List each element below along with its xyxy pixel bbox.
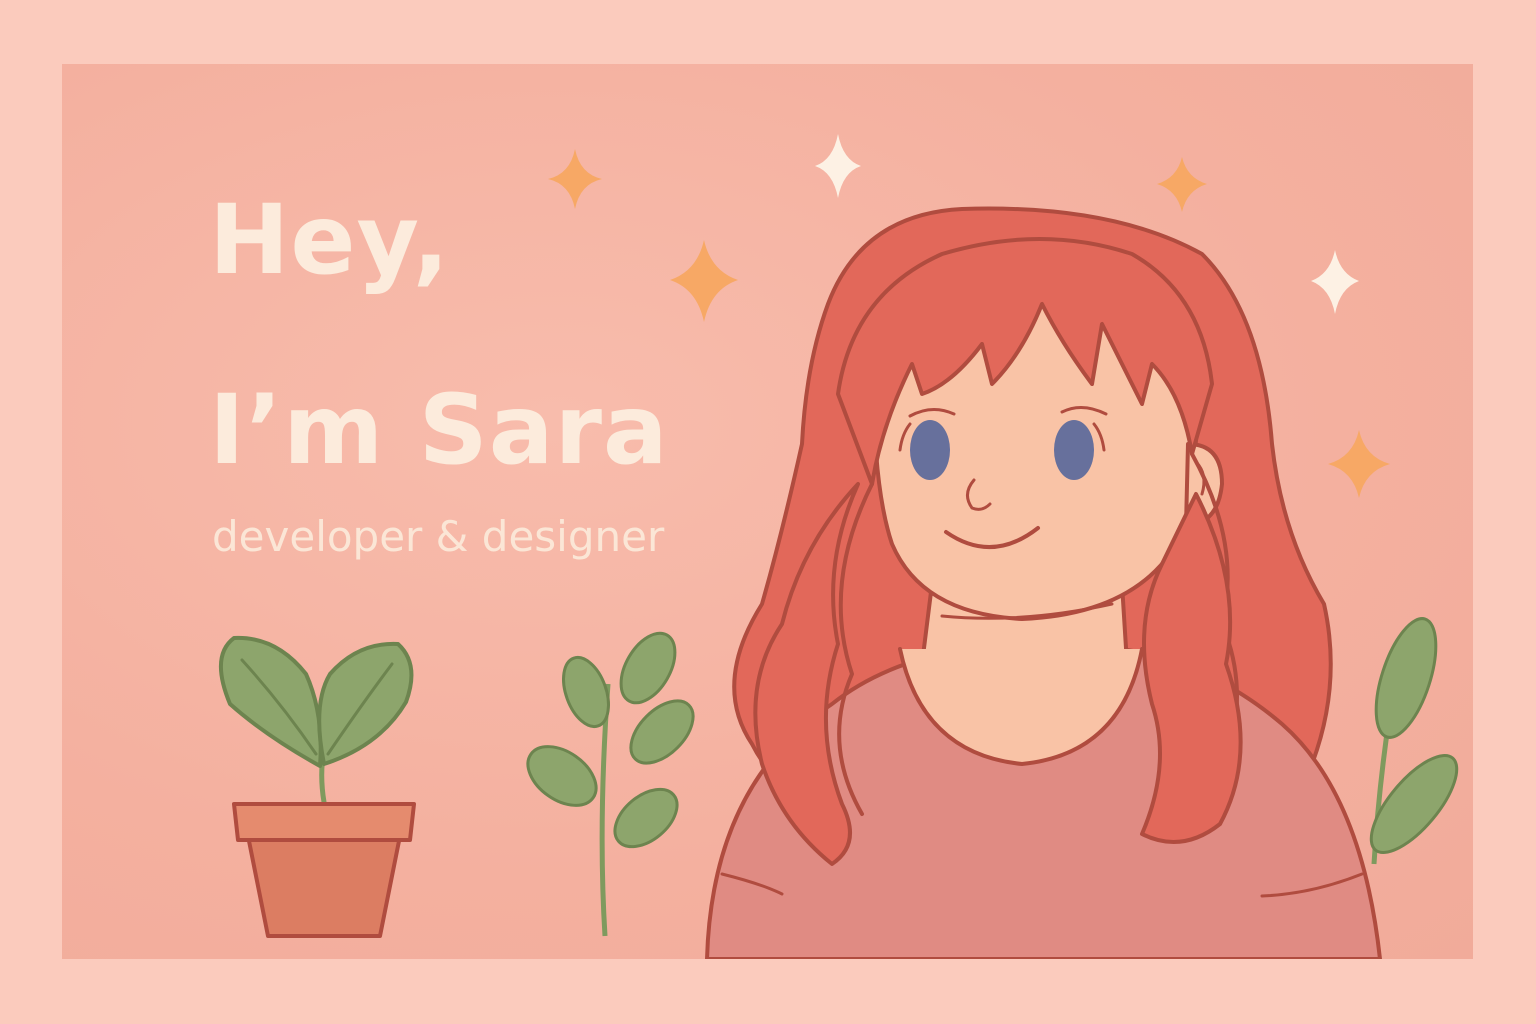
sparkle-icon bbox=[1328, 430, 1390, 498]
avatar-illustration bbox=[705, 206, 1382, 959]
plant-pot-icon bbox=[218, 635, 416, 938]
hero-heading-line1: Hey, bbox=[209, 184, 451, 296]
sparkle-icon bbox=[670, 240, 738, 322]
leaf-sprig-icon bbox=[526, 631, 695, 937]
hero-card: Hey, I’m Sara developer & designer bbox=[62, 64, 1473, 959]
sparkle-icon bbox=[548, 149, 602, 209]
page: Hey, I’m Sara developer & designer bbox=[0, 0, 1536, 1024]
leaf-sprig-icon bbox=[1369, 617, 1459, 865]
hero-tagline: developer & designer bbox=[212, 512, 665, 561]
sparkle-icon bbox=[815, 134, 861, 198]
sparkle-icon bbox=[1157, 157, 1207, 212]
hero-heading-line2: I’m Sara bbox=[209, 374, 669, 486]
sparkle-icon bbox=[1311, 250, 1359, 314]
